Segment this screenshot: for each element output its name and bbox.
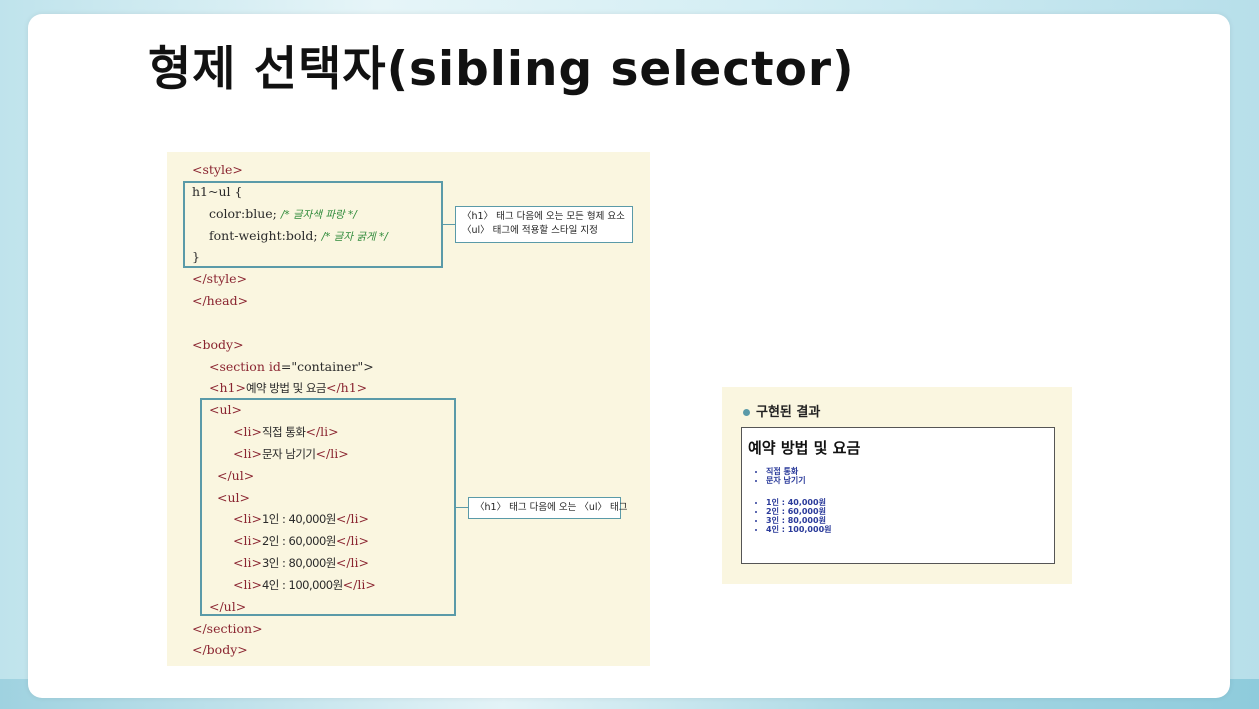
code-line: <section id="container"> xyxy=(209,359,374,374)
list-item: 직접 통화 xyxy=(766,467,806,476)
rendered-list-b: 1인 : 40,000원 2인 : 60,000원 3인 : 80,000원 4… xyxy=(752,498,832,534)
code-line: <h1>예약 방법 및 요금</h1> xyxy=(209,380,368,395)
list-item: 1인 : 40,000원 xyxy=(766,498,832,507)
code-line: </section> xyxy=(192,621,263,636)
callout-connector xyxy=(443,224,455,225)
sibling-ul-highlight-box xyxy=(200,398,456,616)
callout-text: 〈ul〉 태그에 적용할 스타일 지정 xyxy=(462,225,598,236)
callout-text: 〈h1〉 태그 다음에 오는 모든 형제 요소 xyxy=(462,211,625,222)
rendered-h1: 예약 방법 및 요금 xyxy=(748,439,861,457)
list-item: 3인 : 80,000원 xyxy=(766,516,832,525)
list-item: 문자 남기기 xyxy=(766,476,806,485)
result-panel: 구현된 결과 예약 방법 및 요금 직접 통화 문자 남기기 1인 : 40,0… xyxy=(722,387,1072,584)
result-heading: 구현된 결과 xyxy=(743,401,820,420)
code-line: </style> xyxy=(192,271,248,286)
rendered-output-box: 예약 방법 및 요금 직접 통화 문자 남기기 1인 : 40,000원 2인 … xyxy=(741,427,1055,564)
code-line: </body> xyxy=(192,642,248,657)
callout-css-rule: 〈h1〉 태그 다음에 오는 모든 형제 요소 〈ul〉 태그에 적용할 스타일… xyxy=(455,206,633,243)
slide-title: 형제 선택자(sibling selector) xyxy=(148,42,855,97)
code-line: </head> xyxy=(192,293,249,308)
code-line: <body> xyxy=(192,337,244,352)
code-line: <style> xyxy=(192,162,243,177)
css-rule-highlight-box xyxy=(183,181,443,268)
bullet-dot-icon xyxy=(743,409,750,416)
callout-text: 〈h1〉 태그 다음에 오는 〈ul〉 태그 xyxy=(475,502,628,513)
callout-connector xyxy=(456,507,468,508)
list-item: 2인 : 60,000원 xyxy=(766,507,832,516)
callout-sibling-ul: 〈h1〉 태그 다음에 오는 〈ul〉 태그 xyxy=(468,497,628,519)
list-item: 4인 : 100,000원 xyxy=(766,525,832,534)
rendered-list-a: 직접 통화 문자 남기기 xyxy=(752,467,806,485)
